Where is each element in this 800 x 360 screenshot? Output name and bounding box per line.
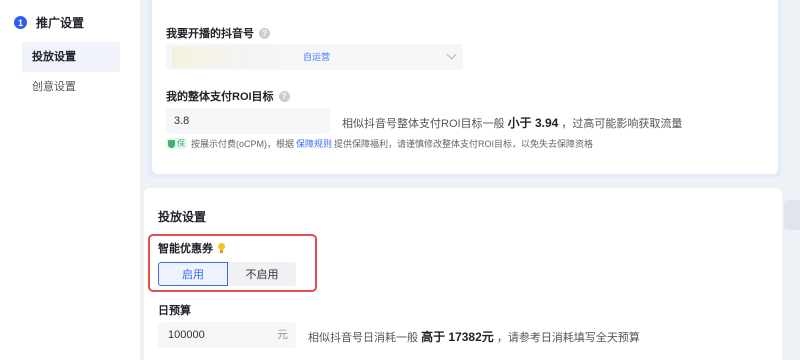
chevron-down-icon bbox=[446, 49, 457, 60]
roi-label: 我的整体支付ROI目标 ? bbox=[166, 88, 290, 104]
account-label-text: 我要开播的抖音号 bbox=[166, 28, 254, 40]
budget-hint: 相似抖音号日消耗一般 高于 17382元 ，请参考日消耗填写全天预算 bbox=[308, 328, 640, 345]
shield-icon: 保 bbox=[166, 138, 187, 149]
roi-target-input[interactable]: 3.8 bbox=[166, 108, 330, 134]
daily-budget-input[interactable]: 100000 元 bbox=[158, 322, 296, 348]
step-header: 1 推广设置 bbox=[14, 14, 84, 31]
daily-budget-value: 100000 bbox=[168, 329, 205, 341]
account-label: 我要开播的抖音号 ? bbox=[166, 25, 270, 41]
budget-hint-strong: 高于 17382元 bbox=[421, 330, 494, 344]
roi-hint: 相似抖音号整体支付ROI目标一般 小于 3.94 ，过高可能影响获取流量 bbox=[342, 114, 682, 131]
currency-unit: 元 bbox=[277, 329, 288, 341]
roi-label-text: 我的整体支付ROI目标 bbox=[166, 91, 274, 103]
sidebar-item-label: 投放设置 bbox=[32, 51, 76, 63]
sidebar-item-delivery-settings[interactable]: 投放设置 bbox=[22, 42, 120, 72]
guarantee-notice: 保 按展示付费(oCPM)，根据 保障规则 提供保障福利，请谨慎修改整体支付RO… bbox=[166, 137, 593, 150]
section-title: 投放设置 bbox=[158, 210, 207, 224]
sidebar-item-creative-settings[interactable]: 创意设置 bbox=[22, 72, 120, 102]
step-number-badge: 1 bbox=[14, 16, 27, 29]
coupon-label-text: 智能优惠券 bbox=[158, 243, 213, 255]
roi-hint-strong: 小于 3.94 bbox=[507, 116, 559, 130]
coupon-disable-button[interactable]: 不启用 bbox=[228, 262, 296, 286]
sidebar-item-label: 创意设置 bbox=[32, 81, 76, 93]
roi-hint-prefix: 相似抖音号整体支付ROI目标一般 bbox=[342, 118, 505, 130]
account-avatar-name-blurred bbox=[172, 47, 290, 67]
sidebar: 1 推广设置 投放设置 创意设置 bbox=[0, 0, 140, 360]
account-select[interactable]: 自运营 bbox=[166, 44, 463, 70]
lightbulb-icon[interactable] bbox=[217, 242, 226, 254]
help-icon[interactable]: ? bbox=[278, 90, 290, 102]
budget-label-text: 日预算 bbox=[158, 305, 191, 317]
guarantee-rules-link[interactable]: 保障规则 bbox=[296, 137, 332, 150]
account-type-tag: 自运营 bbox=[303, 52, 331, 62]
roi-hint-suffix: ，过高可能影响获取流量 bbox=[561, 118, 683, 130]
guarantee-text-2: 提供保障福利，请谨慎修改整体支付ROI目标，以免失去保障资格 bbox=[334, 139, 594, 149]
budget-hint-suffix: ，请参考日消耗填写全天预算 bbox=[496, 332, 640, 344]
side-panel-handle[interactable] bbox=[784, 200, 800, 230]
coupon-label: 智能优惠券 bbox=[158, 240, 226, 256]
help-icon[interactable]: ? bbox=[259, 27, 270, 39]
guarantee-text-1: 按展示付费(oCPM)，根据 bbox=[191, 139, 294, 149]
step-title: 推广设置 bbox=[36, 16, 85, 30]
coupon-enable-button[interactable]: 启用 bbox=[158, 262, 228, 286]
budget-hint-prefix: 相似抖音号日消耗一般 bbox=[308, 332, 418, 344]
budget-label: 日预算 bbox=[158, 302, 191, 318]
